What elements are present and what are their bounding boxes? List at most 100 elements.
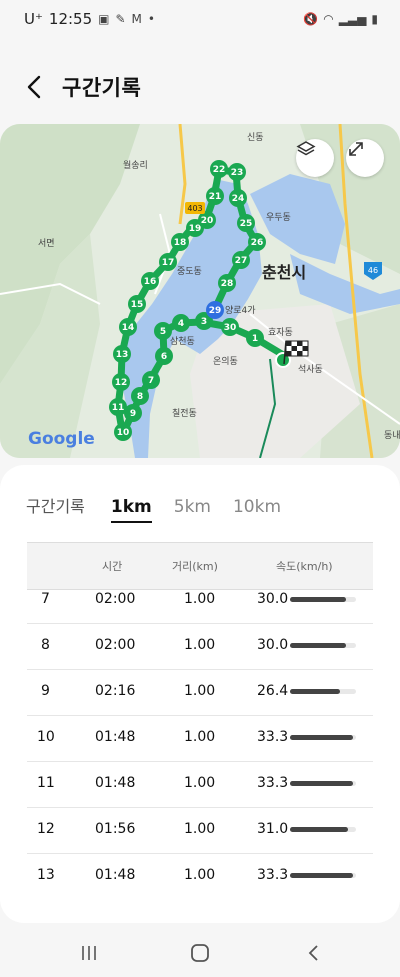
- speed-bar: [290, 689, 356, 694]
- place-label: 효자동: [268, 327, 293, 338]
- home-button[interactable]: [185, 938, 215, 968]
- svg-text:11: 11: [112, 403, 125, 413]
- speed-bar: [290, 827, 356, 832]
- svg-text:19: 19: [189, 224, 202, 234]
- tab-1km[interactable]: 1km: [110, 497, 152, 523]
- svg-text:28: 28: [221, 279, 234, 289]
- place-label: 칠전동: [172, 408, 197, 419]
- recent-apps-icon: [82, 946, 96, 960]
- nav-back-button[interactable]: [299, 938, 329, 968]
- speed-bar-fill: [290, 689, 340, 694]
- svg-text:4: 4: [178, 319, 184, 329]
- svg-text:20: 20: [201, 216, 214, 226]
- lap-time: 01:48: [95, 775, 136, 791]
- place-label: 월송리: [123, 159, 148, 171]
- svg-text:27: 27: [235, 256, 248, 266]
- header-time: 시간: [102, 560, 123, 573]
- speed-bar: [290, 643, 356, 648]
- table-row: 9 02:16 1.00 26.4: [27, 669, 373, 716]
- lap-speed: 33.3: [257, 729, 289, 745]
- place-label: 삼천동: [170, 336, 195, 347]
- place-label: 신동: [247, 132, 264, 143]
- lap-distance: 1.00: [184, 591, 216, 607]
- speed-bar-fill: [290, 735, 353, 740]
- svg-text:7: 7: [148, 376, 154, 386]
- table-row: 7 02:00 1.00 30.0: [27, 589, 373, 624]
- speed-bar: [290, 781, 356, 786]
- road-403-label: 403: [187, 204, 202, 213]
- place-label: 온의동: [213, 356, 238, 367]
- place-label: 석사동: [298, 364, 323, 375]
- interval-tabs: 구간기록 1km 5km 10km: [26, 493, 281, 523]
- svg-text:9: 9: [130, 409, 136, 419]
- expand-icon: [349, 142, 363, 156]
- svg-text:14: 14: [122, 323, 135, 333]
- lap-time: 01:48: [95, 729, 136, 745]
- lap-table-body[interactable]: 7 02:00 1.00 30.0 8 02:00 1.00 30.0 9 02…: [27, 589, 373, 879]
- svg-text:22: 22: [213, 165, 226, 175]
- svg-text:26: 26: [251, 238, 264, 248]
- lap-number: 10: [37, 729, 55, 745]
- table-row: 13 01:48 1.00 33.3: [27, 853, 373, 879]
- speed-bar: [290, 597, 356, 602]
- place-label: 동내: [384, 430, 400, 441]
- lap-number: 13: [37, 867, 55, 879]
- lap-speed: 30.0: [257, 637, 289, 653]
- wifi-icon: ◠: [323, 12, 334, 26]
- table-header: 시간 거리(km) 속도(km/h): [27, 542, 373, 590]
- svg-text:23: 23: [231, 168, 244, 178]
- nav-back-icon: [308, 945, 318, 961]
- lap-records-panel: 구간기록 1km 5km 10km 시간 거리(km) 속도(km/h) 7 0…: [0, 465, 400, 923]
- tab-10km[interactable]: 10km: [233, 497, 281, 517]
- lap-distance: 1.00: [184, 729, 216, 745]
- gallery-notification-icon: ▣: [98, 12, 110, 26]
- highway-46-label: 46: [368, 266, 378, 275]
- map-canvas: 1 30 3 4 5 6 7 8 9 10 11 12 13 14 15 16 …: [0, 124, 400, 458]
- mute-icon: 🔇: [303, 12, 319, 26]
- svg-text:17: 17: [162, 258, 175, 268]
- place-label: 우두동: [266, 212, 291, 223]
- carrier-label: U⁺: [24, 10, 43, 28]
- speed-bar-fill: [290, 643, 347, 648]
- more-notifications-dot-icon: •: [147, 12, 155, 26]
- lap-number: 12: [37, 821, 55, 837]
- back-button[interactable]: [20, 72, 50, 102]
- map-expand-button[interactable]: [346, 139, 384, 177]
- svg-text:25: 25: [240, 219, 253, 229]
- svg-text:1: 1: [252, 334, 258, 344]
- header: 구간기록: [0, 62, 400, 116]
- google-logo: Google: [28, 429, 95, 449]
- route-map[interactable]: 1 30 3 4 5 6 7 8 9 10 11 12 13 14 15 16 …: [0, 124, 400, 458]
- svg-text:18: 18: [174, 238, 187, 248]
- place-label: 양로4가: [225, 305, 256, 316]
- lap-distance: 1.00: [184, 821, 216, 837]
- pen-notification-icon: ✎: [115, 12, 126, 26]
- city-label: 춘천시: [262, 263, 306, 282]
- back-arrow-icon: [27, 75, 41, 99]
- lap-number: 11: [37, 775, 55, 791]
- mail-notification-icon: M: [131, 12, 142, 26]
- recent-apps-button[interactable]: [74, 938, 104, 968]
- home-icon: [191, 944, 209, 962]
- map-layers-button[interactable]: [296, 139, 334, 177]
- layers-icon: [296, 141, 316, 156]
- status-time: 12:55: [48, 10, 93, 28]
- lap-time: 02:16: [95, 683, 136, 699]
- lap-time: 02:00: [95, 591, 136, 607]
- lap-speed: 26.4: [257, 683, 289, 699]
- lap-time: 01:56: [95, 821, 136, 837]
- tab-5km[interactable]: 5km: [174, 497, 211, 517]
- table-row: 8 02:00 1.00 30.0: [27, 623, 373, 670]
- table-row: 12 01:56 1.00 31.0: [27, 807, 373, 854]
- header-speed: 속도(km/h): [276, 560, 333, 573]
- svg-text:13: 13: [116, 350, 129, 360]
- lap-speed: 33.3: [257, 867, 289, 879]
- svg-text:3: 3: [201, 317, 207, 327]
- lap-number: 7: [41, 591, 50, 607]
- page-title: 구간기록: [62, 76, 142, 100]
- svg-text:16: 16: [144, 277, 157, 287]
- lap-distance: 1.00: [184, 775, 216, 791]
- signal-icon: ▂▃▅: [338, 12, 367, 26]
- lap-time: 01:48: [95, 867, 136, 879]
- speed-bar-fill: [290, 597, 347, 602]
